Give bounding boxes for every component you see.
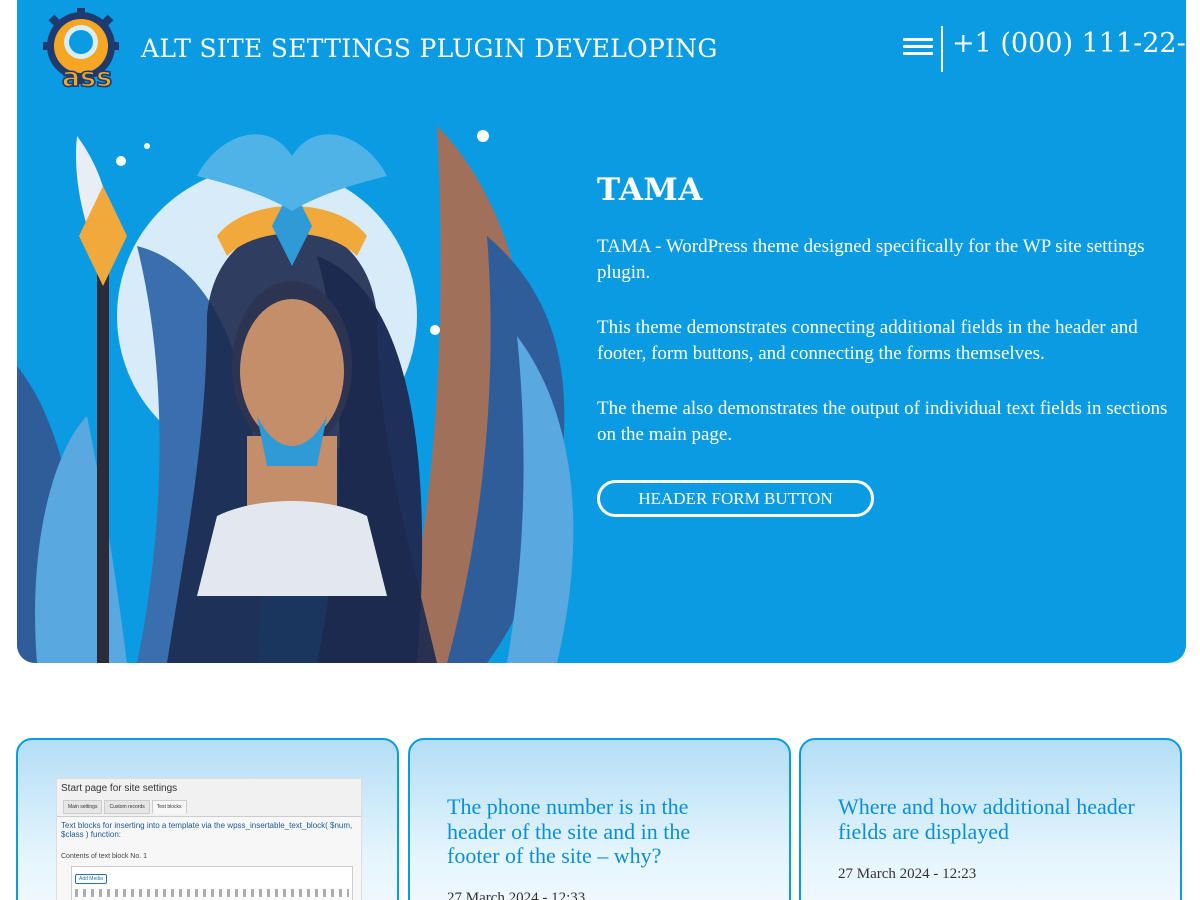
site-logo[interactable]: ass	[41, 8, 123, 90]
thumbnail-body: Text blocks for inserting into a templat…	[57, 816, 361, 900]
thumbnail-tab: Custom records	[104, 800, 150, 814]
thumbnail-toolbar	[75, 889, 349, 897]
site-title[interactable]: ALT SITE SETTINGS PLUGIN DEVELOPING	[141, 34, 718, 63]
thumbnail-tabs: Main settings Custom records Text blocks	[57, 798, 361, 816]
hero-title: TAMA	[597, 172, 703, 208]
thumbnail-tab: Text blocks	[151, 800, 187, 814]
header-divider	[941, 26, 943, 72]
post-card[interactable]: The phone number is in the header of the…	[408, 738, 791, 900]
thumbnail-editor: Add Media	[71, 866, 353, 900]
hero-paragraph: This theme demonstrates connecting addit…	[597, 317, 1138, 364]
menu-icon[interactable]	[903, 38, 933, 62]
post-card[interactable]: Where and how additional header fields a…	[799, 738, 1182, 900]
thumbnail-add-media: Add Media	[75, 874, 107, 884]
phone-link[interactable]: +1 (000) 111-22-33	[952, 28, 1186, 59]
post-date: 27 March 2024 - 12:33	[447, 890, 586, 900]
post-title-link[interactable]: Where and how additional header fields a…	[838, 794, 1138, 844]
hero-illustration	[17, 126, 574, 663]
hero-description: TAMA - WordPress theme designed specific…	[597, 234, 1172, 477]
logo-text: ass	[62, 62, 112, 90]
hero-paragraph: TAMA - WordPress theme designed specific…	[597, 236, 1145, 283]
post-date: 27 March 2024 - 12:23	[838, 866, 977, 882]
post-title-link[interactable]: The phone number is in the header of the…	[447, 794, 747, 869]
thumbnail-subheading: Contents of text block No. 1	[61, 853, 147, 860]
post-thumbnail[interactable]: Start page for site settings Main settin…	[56, 778, 362, 900]
thumbnail-tab: Main settings	[63, 800, 103, 814]
header-form-button[interactable]: HEADER FORM BUTTON	[597, 480, 874, 517]
post-card[interactable]: Start page for site settings Main settin…	[16, 738, 399, 900]
thumbnail-heading: Start page for site settings	[61, 783, 178, 794]
hero-section: ass ALT SITE SETTINGS PLUGIN DEVELOPING …	[17, 0, 1186, 663]
thumbnail-description: Text blocks for inserting into a templat…	[61, 821, 353, 839]
hero-paragraph: The theme also demonstrates the output o…	[597, 398, 1168, 445]
